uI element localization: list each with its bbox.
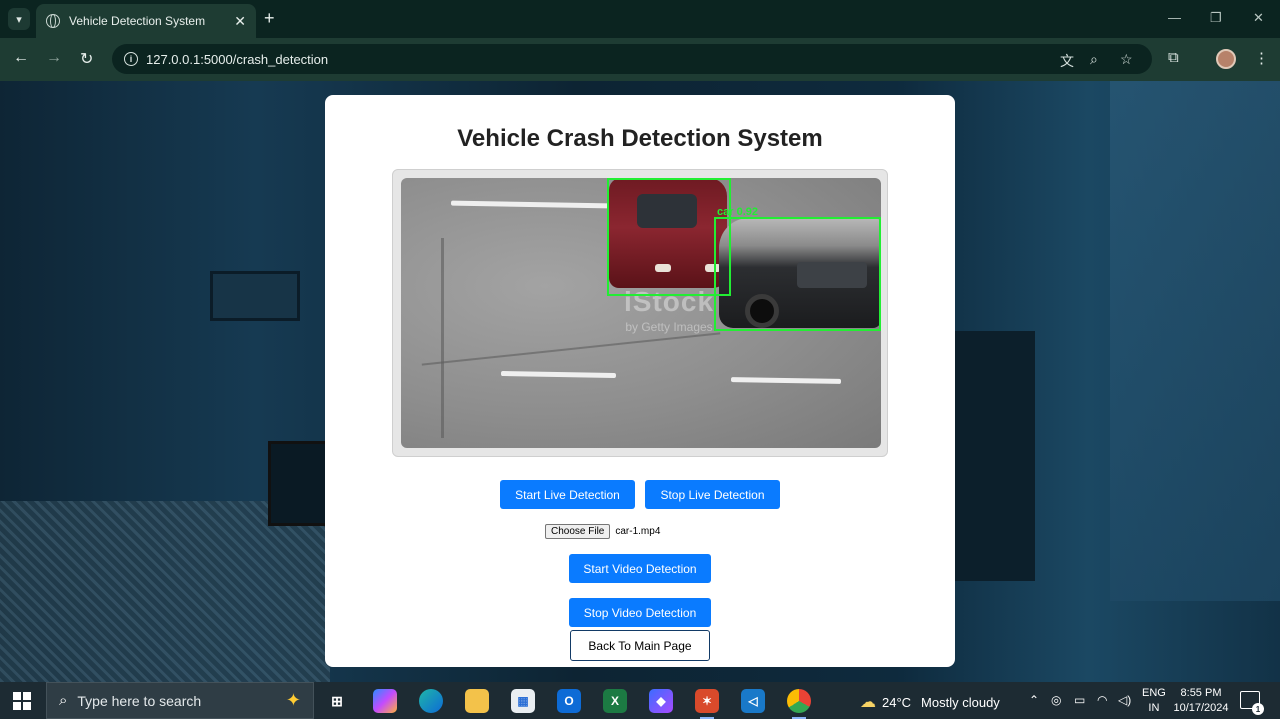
outlook-icon[interactable]: O — [557, 689, 581, 713]
region-code: IN — [1148, 702, 1160, 714]
background-picture-frame — [210, 271, 300, 321]
forward-arrow-icon[interactable]: → — [46, 49, 62, 67]
git-app-icon[interactable]: ✶ — [695, 689, 719, 719]
search-placeholder: Type here to search — [77, 692, 202, 709]
language-code: ENG — [1142, 687, 1166, 699]
detection-box — [714, 217, 881, 331]
site-info-icon[interactable]: i — [124, 52, 138, 66]
page-title: Vehicle Crash Detection System — [457, 125, 823, 152]
back-arrow-icon[interactable]: ← — [13, 49, 29, 67]
browser-toolbar: ← → ↻ i 127.0.0.1:5000/crash_detection 文… — [0, 38, 1280, 81]
background-table — [0, 501, 330, 682]
close-window-icon[interactable]: ✕ — [1253, 10, 1264, 26]
detection-label: car 0.92 — [717, 206, 758, 218]
battery-icon[interactable]: ▭ — [1074, 693, 1085, 707]
microsoft-store-icon[interactable]: ▦ — [511, 689, 535, 713]
minimize-icon[interactable]: — — [1168, 10, 1181, 25]
zoom-icon[interactable]: ⌕ — [1090, 51, 1098, 68]
search-icon: ⌕ — [59, 692, 68, 709]
weather-temperature: 24°C — [882, 694, 912, 710]
taskbar-search[interactable]: ⌕ Type here to search ✦ — [46, 682, 314, 719]
road-marking — [730, 377, 842, 384]
tab-title: Vehicle Detection System — [69, 14, 206, 28]
clock[interactable]: 8:55 PM 10/17/2024 — [1172, 686, 1230, 716]
language-indicator[interactable]: ENG IN — [1142, 686, 1166, 716]
weather-description: Mostly cloudy — [921, 694, 1000, 710]
taskbar: ⌕ Type here to search ✦ ⊞ ▦ O X ◆ ✶ ◁ ☁ … — [0, 682, 1280, 719]
background-laptop — [268, 441, 330, 526]
road-crack — [441, 238, 444, 438]
copilot-icon[interactable] — [373, 689, 397, 713]
volume-icon[interactable]: ◁) — [1118, 693, 1131, 707]
stop-video-detection-button[interactable]: Stop Video Detection — [569, 598, 711, 627]
video-container: iStock by Getty Images car 0.92 — [392, 169, 888, 457]
video-feed: iStock by Getty Images car 0.92 — [401, 178, 881, 448]
extensions-icon[interactable]: ⧉ — [1168, 49, 1179, 66]
close-tab-icon[interactable]: ✕ — [234, 13, 246, 30]
restore-icon[interactable]: ❐ — [1210, 10, 1222, 26]
clock-time: 8:55 PM — [1180, 687, 1222, 699]
new-tab-button[interactable]: + — [264, 8, 275, 29]
designer-icon[interactable]: ◆ — [649, 689, 673, 713]
browser-tab[interactable]: Vehicle Detection System ✕ — [36, 4, 256, 38]
tab-search-button[interactable]: ▾ — [8, 8, 30, 30]
background-shelf — [955, 331, 1035, 581]
stop-live-detection-button[interactable]: Stop Live Detection — [645, 480, 780, 509]
translate-icon[interactable]: 文 — [1060, 51, 1074, 71]
main-card: Vehicle Crash Detection System iStock by… — [325, 95, 955, 667]
browser-tab-strip: ▾ Vehicle Detection System ✕ + — ❐ ✕ — [0, 0, 1280, 38]
excel-icon[interactable]: X — [603, 689, 627, 713]
background-window — [1110, 81, 1280, 601]
address-bar[interactable]: i 127.0.0.1:5000/crash_detection 文 ⌕ ☆ — [112, 44, 1152, 74]
road-crack — [421, 332, 721, 366]
bookmark-star-icon[interactable]: ☆ — [1120, 51, 1133, 68]
camera-icon[interactable]: ◎ — [1051, 693, 1061, 707]
start-live-detection-button[interactable]: Start Live Detection — [500, 480, 635, 509]
url-text[interactable]: 127.0.0.1:5000/crash_detection — [146, 52, 328, 67]
task-view-icon[interactable]: ⊞ — [325, 689, 349, 713]
more-menu-icon[interactable]: ⋮ — [1254, 49, 1269, 67]
selected-file-name: car-1.mp4 — [615, 526, 661, 537]
cloud-sun-icon: ☁ — [860, 694, 876, 711]
file-input[interactable]: Choose File car-1.mp4 — [545, 524, 660, 539]
clock-date: 10/17/2024 — [1173, 702, 1229, 714]
choose-file-button[interactable]: Choose File — [545, 524, 611, 539]
wifi-icon[interactable]: ◠ — [1097, 693, 1107, 707]
profile-avatar[interactable] — [1216, 49, 1236, 69]
road-marking — [450, 200, 612, 209]
edge-icon[interactable] — [419, 689, 443, 713]
vscode-icon[interactable]: ◁ — [741, 689, 765, 713]
weather-widget[interactable]: ☁ 24°C Mostly cloudy — [860, 692, 1000, 712]
back-to-main-page-button[interactable]: Back To Main Page — [570, 630, 710, 661]
file-explorer-icon[interactable] — [465, 689, 489, 713]
chrome-icon[interactable] — [787, 689, 811, 719]
sparkle-icon: ✦ — [285, 690, 301, 710]
chevron-up-icon[interactable]: ⌃ — [1029, 693, 1039, 707]
road-marking — [500, 370, 617, 379]
start-video-detection-button[interactable]: Start Video Detection — [569, 554, 711, 583]
windows-start-icon[interactable] — [13, 692, 31, 710]
globe-icon — [46, 14, 60, 28]
detection-box — [607, 178, 731, 296]
reload-icon[interactable]: ↻ — [80, 49, 93, 69]
notification-badge: 1 — [1252, 703, 1264, 715]
